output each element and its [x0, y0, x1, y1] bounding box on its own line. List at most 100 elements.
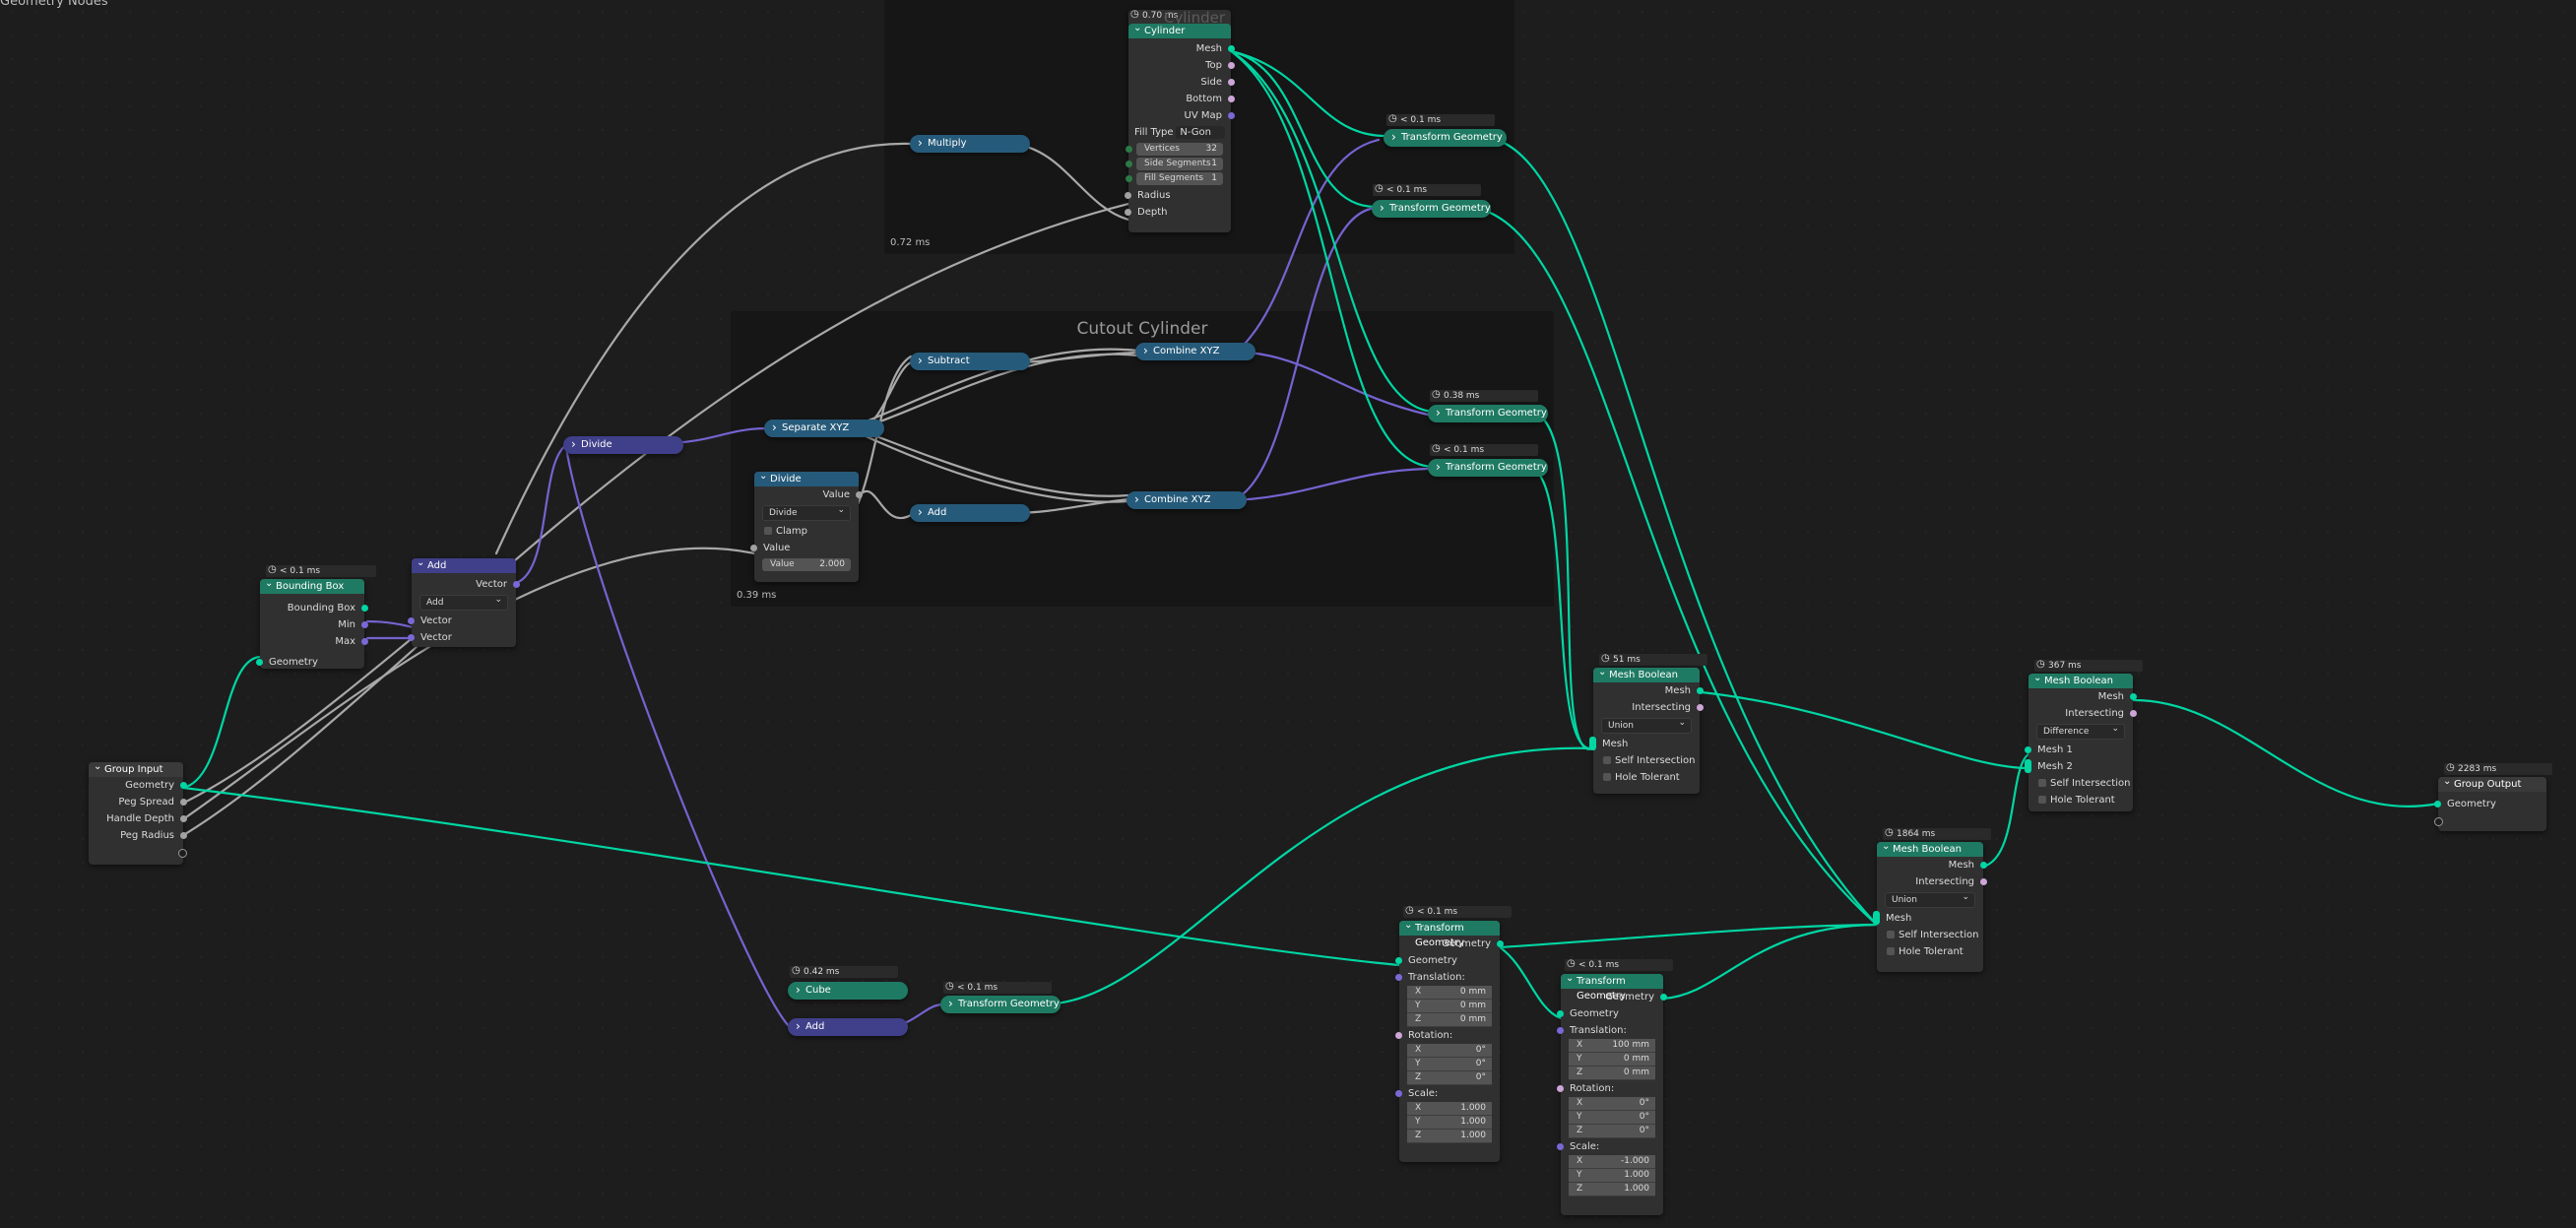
value-field[interactable]: Value 2.000 [762, 558, 851, 571]
transform-geometry-node-collapsed[interactable]: Transform Geometry [1428, 404, 1548, 422]
socket-vector-out[interactable]: Vector [412, 576, 520, 593]
operation-dropdown[interactable]: Divide [762, 503, 851, 521]
subtract-node-collapsed[interactable]: Subtract [910, 352, 1030, 370]
multiply-node-collapsed[interactable]: Multiply [910, 134, 1030, 153]
transform-geometry-node[interactable]: Transform Geometry Geometry Geometry Tra… [1395, 918, 1504, 1162]
socket-geometry-in[interactable]: Geometry [2434, 796, 2546, 812]
socket-mesh-out[interactable]: Mesh [2029, 688, 2137, 705]
socket-intersecting-edges[interactable]: Intersecting Edges [1593, 699, 1704, 730]
socket-mesh-in[interactable]: Mesh [1873, 910, 1983, 927]
divide-node-collapsed[interactable]: Divide [563, 435, 683, 454]
socket-peg-radius[interactable]: Peg Radius [89, 827, 187, 844]
mesh-boolean-node[interactable]: Mesh Boolean Mesh Intersecting Edges Uni… [1873, 839, 1987, 972]
socket-peg-spread[interactable]: Peg Spread [89, 794, 187, 810]
socket-mesh-out[interactable]: Mesh [1593, 682, 1704, 699]
socket-value-in[interactable]: Value [750, 540, 859, 556]
self-intersection-checkbox[interactable]: Self Intersection [1593, 752, 1700, 769]
socket-bounding-box[interactable]: Bounding Box [260, 600, 368, 616]
fill-segments-field[interactable]: Fill Segments 1 [1126, 172, 1223, 185]
hole-tolerant-checkbox[interactable]: Hole Tolerant [1877, 943, 1983, 960]
rotation-x-field[interactable]: X 0° [1407, 1044, 1492, 1058]
transform-geometry-node-collapsed[interactable]: Transform Geometry [940, 995, 1061, 1013]
rotation-x-field[interactable]: X 0° [1569, 1097, 1655, 1111]
socket-top[interactable]: Top [1128, 57, 1235, 74]
scale-y-field[interactable]: Y 1.000 [1407, 1116, 1492, 1130]
socket-side[interactable]: Side [1128, 74, 1235, 91]
socket-geometry-in[interactable]: Geometry [256, 654, 364, 671]
operation-dropdown[interactable]: Union [1601, 716, 1692, 734]
translation-x-field[interactable]: X0 mm [1407, 986, 1492, 1000]
scale-x-field[interactable]: X 1.000 [1407, 1102, 1492, 1116]
group-input-node[interactable]: Group Input Geometry Peg Spread Handle D… [89, 759, 187, 865]
transform-geometry-node-collapsed[interactable]: Transform Geometry [1428, 458, 1548, 477]
hole-tolerant-checkbox[interactable]: Hole Tolerant [2029, 792, 2133, 808]
translation-z-field[interactable]: Z0 mm [1407, 1013, 1492, 1027]
socket-mesh-in[interactable]: Mesh [1589, 736, 1700, 752]
group-output-node[interactable]: Group Output Geometry [2434, 774, 2546, 831]
socket-uv-map[interactable]: UV Map [1128, 107, 1235, 124]
socket-empty[interactable] [89, 844, 187, 861]
vector-add-node[interactable]: Add Vector Add Vector Vector [408, 555, 520, 647]
add-node-collapsed[interactable]: Add [910, 503, 1030, 522]
socket-handle-depth[interactable]: Handle Depth [89, 810, 187, 827]
clamp-checkbox[interactable]: Clamp [754, 523, 859, 540]
socket-geometry-out[interactable]: Geometry [1561, 989, 1667, 1005]
socket-scale[interactable]: Scale: [1557, 1138, 1663, 1155]
fill-type-row[interactable]: Fill Type N-Gon [1128, 124, 1231, 141]
scale-y-field[interactable]: Y 1.000 [1569, 1169, 1655, 1183]
transform-geometry-node-collapsed[interactable]: Transform Geometry [1372, 199, 1491, 218]
scale-x-field[interactable]: X -1.000 [1569, 1155, 1655, 1169]
socket-scale[interactable]: Scale: [1395, 1085, 1500, 1102]
translation-y-field[interactable]: Y0 mm [1407, 1000, 1492, 1013]
scale-z-field[interactable]: Z 1.000 [1407, 1130, 1492, 1143]
fill-type-dropdown[interactable]: N-Gon [1176, 126, 1225, 139]
socket-translation[interactable]: Translation: [1557, 1022, 1663, 1039]
side-segments-field[interactable]: Side Segments 1 [1126, 158, 1223, 170]
socket-geometry-in[interactable]: Geometry [1557, 1005, 1663, 1022]
operation-dropdown[interactable]: Difference [2036, 722, 2125, 740]
rotation-y-field[interactable]: Y 0° [1407, 1058, 1492, 1071]
socket-min[interactable]: Min [260, 616, 368, 633]
operation-dropdown[interactable]: Union [1885, 890, 1975, 908]
socket-empty[interactable] [2434, 812, 2546, 829]
transform-geometry-node[interactable]: Transform Geometry Geometry Geometry Tra… [1557, 971, 1667, 1215]
transform-geometry-node-collapsed[interactable]: Transform Geometry [1384, 128, 1507, 147]
vertices-field[interactable]: Vertices 32 [1126, 143, 1223, 156]
cylinder-node[interactable]: 0.70 ms Cylinder Cylinder Mesh Top Side … [1125, 9, 1235, 232]
socket-bottom[interactable]: Bottom [1128, 91, 1235, 107]
combine-xyz-node-collapsed[interactable]: Combine XYZ [1127, 490, 1247, 509]
socket-intersecting-edges[interactable]: Intersecting Edges [1877, 873, 1987, 904]
translation-y-field[interactable]: Y0 mm [1569, 1053, 1655, 1066]
rotation-z-field[interactable]: Z 0° [1569, 1125, 1655, 1138]
socket-rotation[interactable]: Rotation: [1395, 1027, 1500, 1044]
cube-node-collapsed[interactable]: Cube [788, 981, 908, 1000]
socket-vector-in-1[interactable]: Vector [408, 613, 516, 629]
combine-xyz-node-collapsed[interactable]: Combine XYZ [1135, 342, 1256, 360]
divide-node[interactable]: Divide Value Divide Clamp Value Value2.0… [750, 469, 863, 582]
scale-z-field[interactable]: Z 1.000 [1569, 1183, 1655, 1196]
socket-max[interactable]: Max [260, 633, 368, 650]
bounding-box-node[interactable]: Bounding Box Bounding Box Min Max Geomet… [256, 576, 368, 671]
translation-x-field[interactable]: X 100 mm [1569, 1039, 1655, 1053]
socket-vector-in-2[interactable]: Vector [408, 629, 516, 646]
socket-geometry[interactable]: Geometry [89, 777, 187, 794]
rotation-y-field[interactable]: Y 0° [1569, 1111, 1655, 1125]
translation-z-field[interactable]: Z0 mm [1569, 1066, 1655, 1080]
mesh-boolean-node[interactable]: Mesh Boolean Mesh Intersecting Edges Dif… [2025, 671, 2137, 811]
self-intersection-checkbox[interactable]: Self Intersection [1877, 927, 1983, 943]
socket-mesh-out[interactable]: Mesh [1877, 857, 1987, 873]
add-node-collapsed[interactable]: Add [788, 1017, 908, 1036]
socket-geometry-in[interactable]: Geometry [1395, 952, 1500, 969]
separate-xyz-node-collapsed[interactable]: Separate XYZ [764, 419, 884, 437]
socket-intersecting-edges[interactable]: Intersecting Edges [2029, 705, 2137, 736]
socket-value-out[interactable]: Value [754, 486, 863, 503]
socket-translation[interactable]: Translation: [1395, 969, 1500, 986]
socket-mesh-2[interactable]: Mesh 2 [2025, 758, 2133, 775]
socket-radius[interactable]: Radius [1125, 187, 1231, 204]
socket-rotation[interactable]: Rotation: [1557, 1080, 1663, 1097]
operation-dropdown[interactable]: Add [419, 593, 508, 611]
socket-mesh-1[interactable]: Mesh 1 [2025, 742, 2133, 758]
mesh-boolean-node[interactable]: Mesh Boolean Mesh Intersecting Edges Uni… [1589, 665, 1704, 794]
hole-tolerant-checkbox[interactable]: Hole Tolerant [1593, 769, 1700, 786]
self-intersection-checkbox[interactable]: Self Intersection [2029, 775, 2133, 792]
